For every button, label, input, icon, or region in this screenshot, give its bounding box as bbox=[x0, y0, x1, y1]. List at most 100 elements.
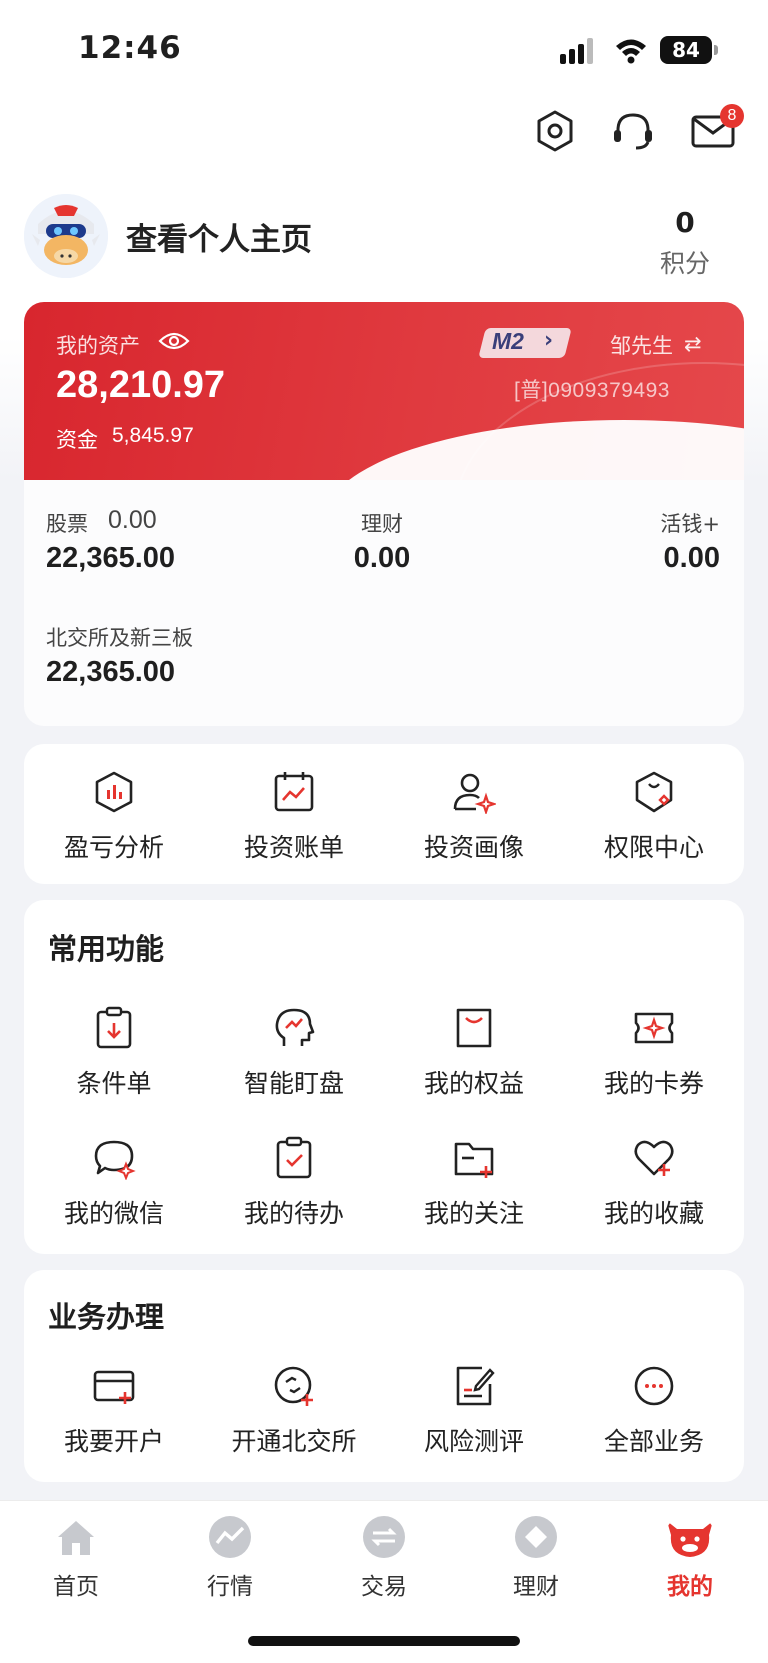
biz-risk-assessment[interactable]: 风险测评 bbox=[384, 1364, 564, 1474]
cash-plus-label: 活钱+ bbox=[660, 512, 720, 536]
investment-bill-icon bbox=[274, 772, 314, 812]
wealth-value[interactable]: 0.00 bbox=[322, 542, 442, 575]
biz-open-bse[interactable]: 开通北交所 bbox=[204, 1364, 384, 1474]
func-my-todo[interactable]: 我的待办 bbox=[204, 1136, 384, 1246]
tab-market[interactable]: 行情 bbox=[170, 1515, 290, 1605]
func-my-benefits[interactable]: 我的权益 bbox=[384, 1006, 564, 1116]
func-label: 我的关注 bbox=[423, 1199, 524, 1228]
wealth-icon bbox=[515, 1516, 557, 1558]
my-todo-icon bbox=[276, 1136, 312, 1179]
biz-label: 开通北交所 bbox=[231, 1427, 357, 1456]
quick-tool-label: 投资画像 bbox=[423, 833, 524, 862]
business-card: 业务办理 我要开户 开通北交所 风险测评 全部业务 bbox=[24, 1270, 744, 1482]
status-time: 12:46 bbox=[78, 30, 182, 66]
stocks-change: 0.00 bbox=[108, 506, 157, 534]
my-coupons-icon bbox=[634, 1012, 674, 1044]
bse-label: 北交所及新三板 bbox=[46, 626, 193, 650]
pnl-analysis-icon bbox=[95, 771, 133, 813]
func-my-coupons[interactable]: 我的卡券 bbox=[564, 1006, 744, 1116]
tab-trade[interactable]: 交易 bbox=[324, 1515, 444, 1605]
chevron-right-icon: › bbox=[544, 328, 554, 353]
tab-label: 交易 bbox=[361, 1574, 407, 1600]
cash-label: 资金 bbox=[56, 428, 98, 452]
battery-tip bbox=[714, 45, 718, 55]
my-wechat-icon bbox=[94, 1140, 136, 1180]
holdings-panel: 股票 0.00 22,365.00 理财 0.00 活钱+ 0.00 北交所及新… bbox=[24, 480, 744, 726]
my-favorites-icon bbox=[634, 1140, 674, 1176]
func-conditional-order[interactable]: 条件单 bbox=[24, 1006, 204, 1116]
points-value[interactable]: 0 bbox=[640, 206, 730, 239]
profile-link[interactable]: 查看个人主页 bbox=[126, 214, 312, 259]
open-bse-icon bbox=[274, 1366, 313, 1406]
biz-label: 我要开户 bbox=[63, 1427, 164, 1456]
cellular-signal-icon bbox=[560, 38, 593, 64]
battery-icon: 84 bbox=[660, 36, 718, 64]
smart-monitor-icon bbox=[275, 1008, 315, 1046]
quick-tool-profile[interactable]: 投资画像 bbox=[384, 770, 564, 880]
eye-icon[interactable] bbox=[158, 330, 190, 352]
func-label: 我的待办 bbox=[243, 1199, 344, 1228]
message-count-badge: 8 bbox=[720, 104, 744, 128]
func-label: 我的收藏 bbox=[603, 1199, 704, 1228]
conditional-order-icon bbox=[96, 1006, 132, 1049]
level-badge[interactable]: M2 bbox=[492, 328, 524, 355]
stocks-value[interactable]: 22,365.00 bbox=[46, 542, 175, 575]
mascot-avatar-icon bbox=[24, 194, 108, 278]
all-business-icon bbox=[634, 1366, 674, 1406]
market-icon bbox=[209, 1516, 251, 1558]
quick-tool-bill[interactable]: 投资账单 bbox=[204, 770, 384, 880]
permission-center-icon bbox=[635, 771, 673, 813]
tab-mine[interactable]: 我的 bbox=[630, 1515, 750, 1605]
quick-tool-permission[interactable]: 权限中心 bbox=[564, 770, 744, 880]
quick-tool-pnl[interactable]: 盈亏分析 bbox=[24, 770, 204, 880]
stocks-label: 股票 bbox=[46, 512, 88, 536]
account-name[interactable]: 邹先生 bbox=[610, 330, 673, 360]
quick-tool-label: 盈亏分析 bbox=[63, 833, 164, 862]
account-number: [普]0909379493 bbox=[514, 379, 670, 402]
customer-service-icon[interactable] bbox=[610, 108, 656, 154]
func-my-favorites[interactable]: 我的收藏 bbox=[564, 1136, 744, 1246]
switch-account-icon[interactable]: ⇄ bbox=[684, 332, 702, 356]
quick-tool-label: 权限中心 bbox=[603, 833, 704, 862]
func-label: 智能盯盘 bbox=[243, 1069, 344, 1098]
cash-plus-value[interactable]: 0.00 bbox=[580, 542, 720, 575]
avatar[interactable] bbox=[24, 194, 108, 278]
tab-label: 首页 bbox=[53, 1574, 99, 1600]
biz-label: 全部业务 bbox=[603, 1427, 704, 1456]
battery-level: 84 bbox=[660, 36, 712, 64]
func-label: 我的权益 bbox=[423, 1069, 524, 1098]
tab-home[interactable]: 首页 bbox=[16, 1515, 136, 1605]
tab-label-active: 我的 bbox=[667, 1574, 713, 1600]
func-smart-monitor[interactable]: 智能盯盘 bbox=[204, 1006, 384, 1116]
home-indicator bbox=[248, 1636, 520, 1646]
quick-tools-card: 盈亏分析 投资账单 投资画像 权限中心 bbox=[24, 744, 744, 884]
wifi-icon bbox=[616, 39, 646, 64]
asset-total: 28,210.97 bbox=[56, 364, 226, 406]
open-account-icon bbox=[93, 1370, 135, 1404]
func-label: 条件单 bbox=[76, 1069, 152, 1098]
func-label: 我的微信 bbox=[63, 1199, 164, 1228]
quick-tool-label: 投资账单 bbox=[243, 833, 344, 862]
my-benefits-icon bbox=[456, 1008, 492, 1048]
func-my-wechat[interactable]: 我的微信 bbox=[24, 1136, 204, 1246]
bse-value[interactable]: 22,365.00 bbox=[46, 656, 175, 689]
cash-value: 5,845.97 bbox=[112, 424, 194, 447]
section-title: 常用功能 bbox=[48, 932, 165, 966]
investor-profile-icon bbox=[453, 773, 496, 814]
card-decoration-curve bbox=[324, 420, 744, 480]
section-title: 业务办理 bbox=[48, 1300, 165, 1334]
trade-icon bbox=[363, 1516, 405, 1558]
home-icon bbox=[58, 1521, 94, 1555]
tab-label: 行情 bbox=[207, 1574, 253, 1600]
points-label: 积分 bbox=[659, 249, 710, 278]
tab-wealth[interactable]: 理财 bbox=[476, 1515, 596, 1605]
biz-open-account[interactable]: 我要开户 bbox=[24, 1364, 204, 1474]
mine-icon bbox=[667, 1521, 713, 1557]
asset-card[interactable]: 我的资产 28,210.97 资金 5,845.97 M2 › 邹先生 ⇄ [普… bbox=[24, 302, 744, 480]
settings-icon[interactable] bbox=[532, 108, 578, 154]
my-follow-icon bbox=[454, 1142, 494, 1178]
func-my-follow[interactable]: 我的关注 bbox=[384, 1136, 564, 1246]
tab-label: 理财 bbox=[513, 1574, 559, 1600]
common-functions-card: 常用功能 条件单 智能盯盘 我的权益 我的卡券 我的微信 我的待办 我的关注 我… bbox=[24, 900, 744, 1254]
biz-all-business[interactable]: 全部业务 bbox=[564, 1364, 744, 1474]
